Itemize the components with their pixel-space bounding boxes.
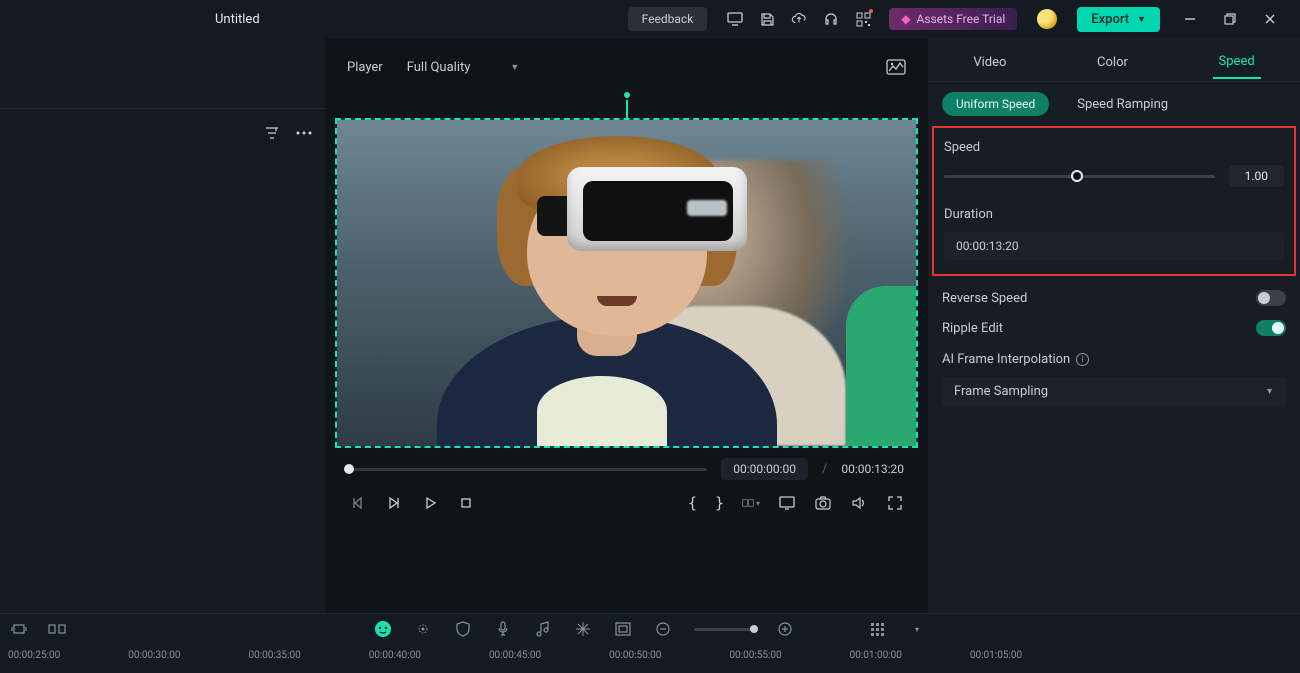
ruler-tick: 00:01:05:00	[970, 650, 1022, 661]
chevron-down-icon: ▼	[1137, 14, 1146, 25]
gem-icon: ◆	[901, 12, 910, 26]
sparkle-tool-icon[interactable]	[414, 620, 432, 638]
crop-toggle-icon[interactable]: ▾	[742, 494, 760, 512]
duration-input[interactable]: 00:00:13:20	[944, 232, 1284, 260]
face-tool-icon[interactable]	[374, 620, 392, 638]
dropdown-caret-icon[interactable]: ▾	[908, 620, 926, 638]
play-button[interactable]	[421, 494, 439, 512]
ripple-edit-label: Ripple Edit	[942, 321, 1003, 336]
duration-label: Duration	[944, 207, 1284, 222]
quality-dropdown[interactable]: Full Quality ▼	[407, 60, 520, 75]
time-separator: /	[822, 462, 827, 477]
interpolation-dropdown[interactable]: Frame Sampling ▼	[942, 377, 1286, 406]
mic-tool-icon[interactable]	[494, 620, 512, 638]
title-bar: Untitled Feedback ◆ Assets Free Trial Ex…	[0, 0, 1300, 38]
reverse-speed-toggle[interactable]	[1256, 290, 1286, 306]
assets-free-trial-button[interactable]: ◆ Assets Free Trial	[889, 8, 1017, 30]
timeline-ruler[interactable]: 00:00:25:00 00:00:30:00 00:00:35:00 00:0…	[0, 644, 1300, 670]
minimize-button[interactable]	[1182, 11, 1198, 27]
chevron-down-icon: ▼	[510, 62, 519, 73]
timeline-tool-1[interactable]	[10, 620, 28, 638]
ruler-tick: 00:00:35:00	[248, 650, 300, 661]
chevron-down-icon: ▼	[1265, 386, 1274, 397]
tab-speed[interactable]: Speed	[1213, 46, 1261, 79]
mark-out-button[interactable]: }	[715, 494, 724, 512]
current-time[interactable]: 00:00:00:00	[721, 458, 808, 480]
assets-trial-label: Assets Free Trial	[917, 12, 1006, 26]
reverse-speed-label: Reverse Speed	[942, 291, 1027, 306]
music-tool-icon[interactable]	[534, 620, 552, 638]
tab-color[interactable]: Color	[1091, 47, 1134, 78]
ruler-tick: 00:00:40:00	[369, 650, 421, 661]
avatar[interactable]	[1037, 9, 1057, 29]
display-icon[interactable]	[727, 11, 743, 27]
interpolation-value: Frame Sampling	[954, 384, 1048, 399]
speed-label: Speed	[944, 140, 1284, 155]
quality-value: Full Quality	[407, 60, 471, 75]
speed-slider[interactable]	[944, 175, 1215, 178]
tab-video[interactable]: Video	[967, 47, 1012, 78]
mark-in-button[interactable]: {	[688, 494, 697, 512]
filter-icon[interactable]	[263, 124, 281, 142]
prev-frame-button[interactable]	[349, 494, 367, 512]
grid-view-icon[interactable]	[868, 620, 886, 638]
cloud-icon[interactable]	[791, 11, 807, 27]
properties-panel: Video Color Speed Uniform Speed Speed Ra…	[928, 38, 1300, 613]
zoom-out-button[interactable]	[654, 620, 672, 638]
speed-value-input[interactable]: 1.00	[1229, 165, 1284, 187]
player-label: Player	[347, 60, 383, 75]
volume-icon[interactable]	[850, 494, 868, 512]
speed-settings-highlight: Speed 1.00 Duration 00:00:13:20	[932, 126, 1296, 276]
fullscreen-icon[interactable]	[886, 494, 904, 512]
close-button[interactable]	[1262, 11, 1278, 27]
total-duration: 00:00:13:20	[841, 462, 904, 476]
preview-content	[337, 120, 916, 446]
frame-tool-icon[interactable]	[614, 620, 632, 638]
snapshot-icon[interactable]	[814, 494, 832, 512]
feedback-button[interactable]: Feedback	[628, 7, 708, 31]
step-forward-button[interactable]	[385, 494, 403, 512]
headset-icon[interactable]	[823, 11, 839, 27]
save-icon[interactable]	[759, 11, 775, 27]
timeline-panel: ▾ 00:00:25:00 00:00:30:00 00:00:35:00 00…	[0, 613, 1300, 673]
ai-interpolation-label: AI Frame Interpolation	[942, 352, 1070, 367]
ruler-tick: 00:00:45:00	[489, 650, 541, 661]
spark-icon[interactable]	[574, 620, 592, 638]
subtab-uniform-speed[interactable]: Uniform Speed	[942, 92, 1049, 116]
ruler-tick: 00:00:30:00	[128, 650, 180, 661]
ruler-tick: 00:01:00:00	[850, 650, 902, 661]
image-compare-icon[interactable]	[886, 57, 906, 77]
ruler-tick: 00:00:50:00	[609, 650, 661, 661]
subtab-speed-ramping[interactable]: Speed Ramping	[1077, 97, 1168, 112]
speed-slider-thumb[interactable]	[1071, 170, 1083, 182]
screen-icon[interactable]	[778, 494, 796, 512]
export-label: Export	[1091, 12, 1129, 27]
preview-frame[interactable]	[335, 118, 918, 448]
ripple-edit-toggle[interactable]	[1256, 320, 1286, 336]
export-button[interactable]: Export ▼	[1077, 7, 1160, 32]
ruler-tick: 00:00:55:00	[729, 650, 781, 661]
player-panel: Player Full Quality ▼	[333, 38, 920, 613]
qr-icon[interactable]	[855, 11, 871, 27]
ruler-tick: 00:00:25:00	[8, 650, 60, 661]
project-title: Untitled	[215, 12, 260, 27]
stop-button[interactable]	[457, 494, 475, 512]
info-icon[interactable]: i	[1076, 353, 1089, 366]
zoom-slider[interactable]	[694, 628, 754, 631]
playhead-marker[interactable]	[622, 94, 632, 120]
scrub-thumb[interactable]	[344, 464, 354, 474]
zoom-in-button[interactable]	[776, 620, 794, 638]
scrub-slider[interactable]	[349, 468, 707, 471]
maximize-button[interactable]	[1222, 11, 1238, 27]
shield-tool-icon[interactable]	[454, 620, 472, 638]
media-panel	[0, 38, 325, 613]
timeline-tool-2[interactable]	[48, 620, 66, 638]
more-icon[interactable]	[295, 124, 313, 142]
